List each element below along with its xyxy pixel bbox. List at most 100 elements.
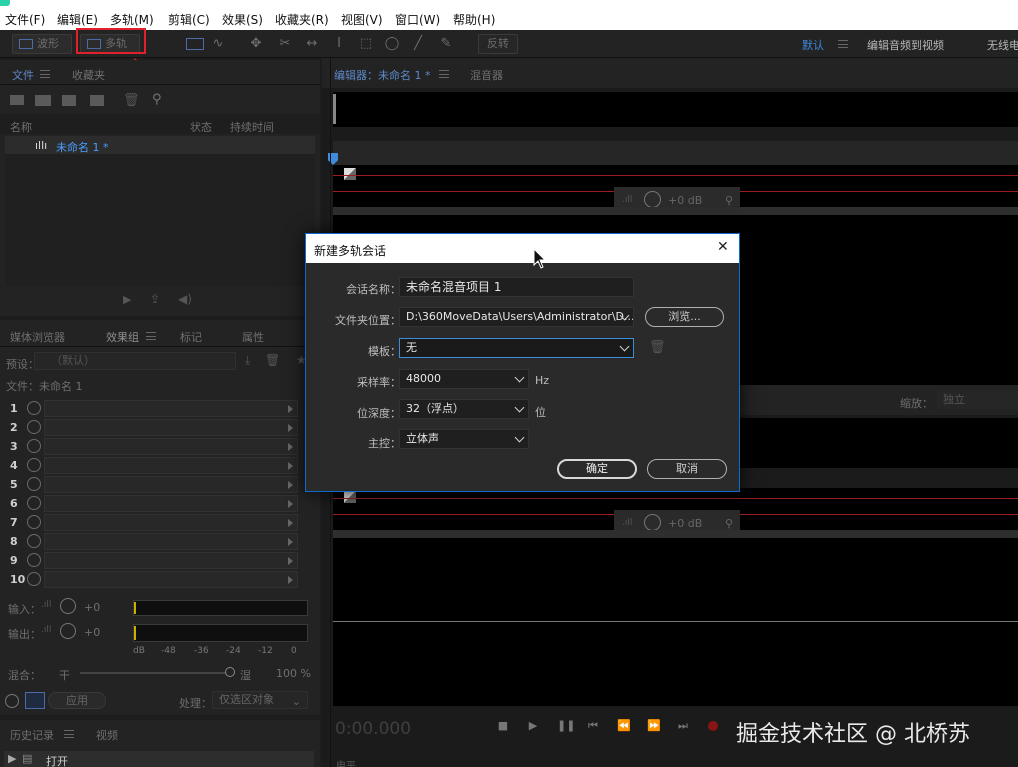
menu-file[interactable]: 文件(F) [5,11,45,28]
rack-slot-power-icon[interactable] [27,553,41,567]
tab-media-browser[interactable]: 媒体浏览器 [10,329,65,345]
rack-slot[interactable] [44,533,298,550]
input-knob[interactable] [60,598,76,614]
healing-tool-icon[interactable]: ✎ [438,36,454,52]
rack-slot-power-icon[interactable] [27,534,41,548]
list-toggle-icon[interactable] [25,692,45,709]
rack-slot[interactable] [44,514,298,531]
menu-multitrack[interactable]: 多轨(M) [110,11,154,28]
tab-history[interactable]: 历史记录 [10,727,54,743]
preset-select[interactable]: （默认） [34,352,236,370]
rack-slot-power-icon[interactable] [27,477,41,491]
go-end-icon[interactable]: ⏭ [677,720,689,732]
workspace-video[interactable]: 编辑音频到视频 [867,37,944,53]
column-duration[interactable]: 持续时间 [230,119,274,135]
export-icon[interactable]: ⇪ [150,292,160,306]
rack-slot-arrow-icon[interactable] [288,462,293,470]
history-menu-icon[interactable] [64,730,74,738]
search-icon[interactable]: ⚲ [152,92,162,107]
fast-forward-icon[interactable]: ⏩ [647,720,661,732]
record-icon[interactable] [708,721,718,731]
rack-slot[interactable] [44,476,298,493]
menu-clip[interactable]: 剪辑(C) [168,11,210,28]
rack-slot-power-icon[interactable] [27,572,41,586]
master-select[interactable]: 立体声 [399,429,529,449]
apply-button[interactable]: 应用 [48,692,106,709]
column-status[interactable]: 状态 [190,119,212,135]
stop-icon[interactable]: ■ [497,720,509,732]
move-tool-icon[interactable]: ✥ [248,36,264,52]
slip-tool-icon[interactable]: ↔ [304,36,320,52]
rack-slot-power-icon[interactable] [27,515,41,529]
output-knob[interactable] [60,623,76,639]
play-transport-icon[interactable]: ▶ [527,720,539,732]
menu-edit[interactable]: 编辑(E) [57,11,98,28]
rack-slot-arrow-icon[interactable] [288,424,293,432]
folder-location-select[interactable]: D:\360MoveData\Users\Administrator\D... [399,307,634,327]
rack-slot-arrow-icon[interactable] [288,519,293,527]
rack-slot-arrow-icon[interactable] [288,481,293,489]
rack-slot[interactable] [44,419,298,436]
save-preset-icon[interactable]: ⤓ [245,353,250,368]
rack-slot-power-icon[interactable] [27,439,41,453]
rack-slot-power-icon[interactable] [27,496,41,510]
tab-mixer[interactable]: 混音器 [470,67,503,83]
pitch-display-icon[interactable]: ∿ [210,36,226,52]
tab-properties[interactable]: 属性 [242,329,264,345]
new-file-icon[interactable] [62,95,76,106]
rack-slot-arrow-icon[interactable] [288,557,293,565]
rack-slot-arrow-icon[interactable] [288,538,293,546]
tab-markers[interactable]: 标记 [180,329,202,345]
rack-slot[interactable] [44,438,298,455]
mix-slider-handle[interactable] [225,667,235,677]
rack-slot-arrow-icon[interactable] [288,500,293,508]
rack-slot-power-icon[interactable] [27,420,41,434]
rack-slot[interactable] [44,495,298,512]
power-icon[interactable] [5,694,19,708]
ok-button[interactable]: 确定 [557,459,637,479]
column-name[interactable]: 名称 [10,119,32,135]
menu-effects[interactable]: 效果(S) [222,11,263,28]
cancel-button[interactable]: 取消 [647,459,727,479]
session-name-input[interactable]: 未命名混音项目 1 [399,277,634,297]
overview-bar[interactable] [333,92,1018,127]
mix-slider-track[interactable] [80,672,230,674]
menu-view[interactable]: 视图(V) [341,11,383,28]
track-4-lane[interactable] [333,538,1018,706]
tab-favorites[interactable]: 收藏夹 [72,67,105,83]
brush-tool-icon[interactable]: ╱ [410,36,426,52]
save-icon[interactable] [90,95,104,106]
pause-icon[interactable]: ❚❚ [557,720,575,732]
workspace-menu-icon[interactable] [838,40,848,48]
close-icon[interactable]: ✕ [717,239,729,255]
track-1-pin-icon[interactable]: ⚲ [725,194,733,207]
template-select[interactable]: 无 [399,338,634,358]
delete-template-icon[interactable]: 🗑 [649,340,666,355]
process-select[interactable]: 仅选区对象 ⌄ [212,691,308,709]
tab-files[interactable]: 文件 [12,67,34,83]
trash-icon[interactable]: 🗑 [123,93,140,108]
zoom-select[interactable]: 独立 [937,391,1018,409]
menu-window[interactable]: 窗口(W) [395,11,440,28]
marquee-tool-icon[interactable]: ⬚ [358,36,374,52]
autoplay-icon[interactable]: ◀) [178,292,192,306]
go-start-icon[interactable]: ⏮ [587,720,599,732]
rack-slot-power-icon[interactable] [27,401,41,415]
spectral-display-icon[interactable] [186,38,204,50]
time-selection-icon[interactable]: I [331,36,347,52]
file-item[interactable]: 未命名 1 * [56,139,109,155]
editor-menu-icon[interactable] [439,70,449,78]
rack-slot[interactable] [44,552,298,569]
menu-help[interactable]: 帮助(H) [453,11,495,28]
open-folder-icon[interactable] [10,95,24,105]
rack-slot[interactable] [44,571,298,588]
workspace-default[interactable]: 默认 [802,37,824,53]
bit-depth-select[interactable]: 32（浮点） [399,399,529,419]
history-item[interactable]: 打开 [46,753,68,767]
workspace-wireless[interactable]: 无线电 [987,37,1018,53]
effects-menu-icon[interactable] [146,332,156,340]
rewind-icon[interactable]: ⏪ [617,720,631,732]
play-icon[interactable]: ▶ [123,293,131,306]
tab-editor[interactable]: 编辑器：未命名 1 * [334,67,431,83]
rack-slot-arrow-icon[interactable] [288,576,293,584]
